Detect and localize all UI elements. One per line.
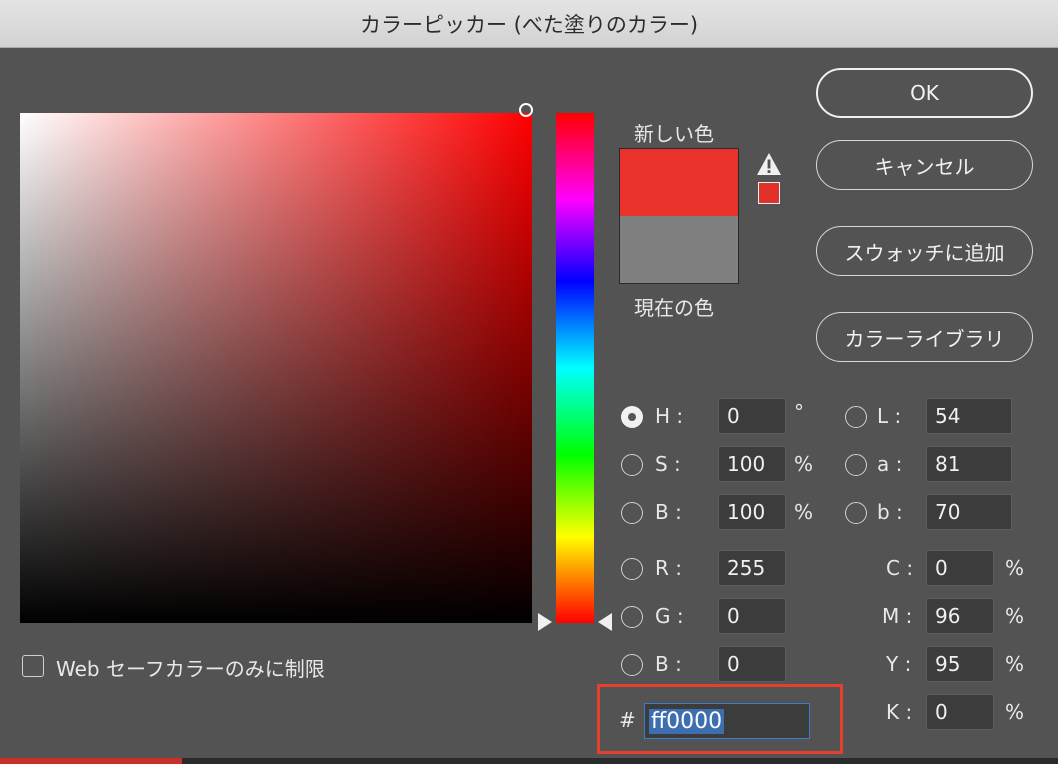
saturation-unit: % <box>794 452 814 476</box>
cyan-unit: % <box>1005 556 1025 580</box>
hue-field[interactable]: 0 <box>718 398 786 434</box>
gamut-warning-swatch[interactable] <box>758 182 780 204</box>
green-label: G : <box>655 604 684 628</box>
color-preview <box>619 148 739 284</box>
hue-slider-left-handle[interactable] <box>538 613 552 631</box>
black-label: K : <box>886 700 913 724</box>
blue-label: B : <box>655 652 682 676</box>
green-field[interactable]: 0 <box>718 598 786 634</box>
hex-label: # <box>619 708 636 732</box>
brightness-label: B : <box>655 500 682 524</box>
cyan-label: C : <box>886 556 914 580</box>
ok-button[interactable]: OK <box>816 68 1033 118</box>
hue-label: H : <box>655 404 684 428</box>
lab-a-label: a : <box>877 452 903 476</box>
green-radio[interactable] <box>621 606 643 628</box>
magenta-label: M : <box>882 604 913 628</box>
current-color-label: 現在の色 <box>634 296 714 320</box>
cyan-field[interactable]: 0 <box>926 550 994 586</box>
red-field[interactable]: 255 <box>718 550 786 586</box>
black-unit: % <box>1005 700 1025 724</box>
red-radio[interactable] <box>621 558 643 580</box>
lab-l-label: L : <box>877 404 902 428</box>
current-color-swatch[interactable] <box>620 216 738 283</box>
lab-b-field[interactable]: 70 <box>926 494 1012 530</box>
color-libraries-button[interactable]: カラーライブラリ <box>816 312 1033 362</box>
color-field-cursor[interactable] <box>519 103 533 117</box>
saturation-radio[interactable] <box>621 454 643 476</box>
hex-value: ff0000 <box>649 708 725 734</box>
web-safe-label: Web セーフカラーのみに制限 <box>56 657 325 681</box>
yellow-unit: % <box>1005 652 1025 676</box>
bottom-edge-accent <box>0 758 182 764</box>
yellow-field[interactable]: 95 <box>926 646 994 682</box>
yellow-label: Y : <box>886 652 912 676</box>
saturation-field[interactable]: 100 <box>718 446 786 482</box>
hue-slider[interactable] <box>556 113 594 623</box>
cancel-button[interactable]: キャンセル <box>816 140 1033 190</box>
lab-l-field[interactable]: 54 <box>926 398 1012 434</box>
red-label: R : <box>655 556 682 580</box>
blue-field[interactable]: 0 <box>718 646 786 682</box>
black-field[interactable]: 0 <box>926 694 994 730</box>
lab-l-radio[interactable] <box>845 406 867 428</box>
magenta-unit: % <box>1005 604 1025 628</box>
saturation-label: S : <box>655 452 681 476</box>
hex-field[interactable]: ff0000 <box>644 703 810 739</box>
hue-unit: ° <box>794 400 804 424</box>
hue-slider-right-handle[interactable] <box>598 613 612 631</box>
lab-a-radio[interactable] <box>845 454 867 476</box>
lab-b-label: b : <box>877 500 903 524</box>
add-to-swatches-button[interactable]: スウォッチに追加 <box>816 226 1033 276</box>
lab-b-radio[interactable] <box>845 502 867 524</box>
hue-radio[interactable] <box>621 406 643 428</box>
saturation-brightness-field[interactable] <box>20 113 532 623</box>
brightness-radio[interactable] <box>621 502 643 524</box>
magenta-field[interactable]: 96 <box>926 598 994 634</box>
warning-triangle-icon[interactable] <box>756 152 782 176</box>
brightness-field[interactable]: 100 <box>718 494 786 530</box>
new-color-swatch <box>620 149 738 216</box>
web-safe-checkbox[interactable] <box>22 655 44 677</box>
lab-a-field[interactable]: 81 <box>926 446 1012 482</box>
blue-radio[interactable] <box>621 654 643 676</box>
window-title: カラーピッカー (べた塗りのカラー) <box>0 0 1058 48</box>
new-color-label: 新しい色 <box>634 122 714 146</box>
brightness-unit: % <box>794 500 814 524</box>
